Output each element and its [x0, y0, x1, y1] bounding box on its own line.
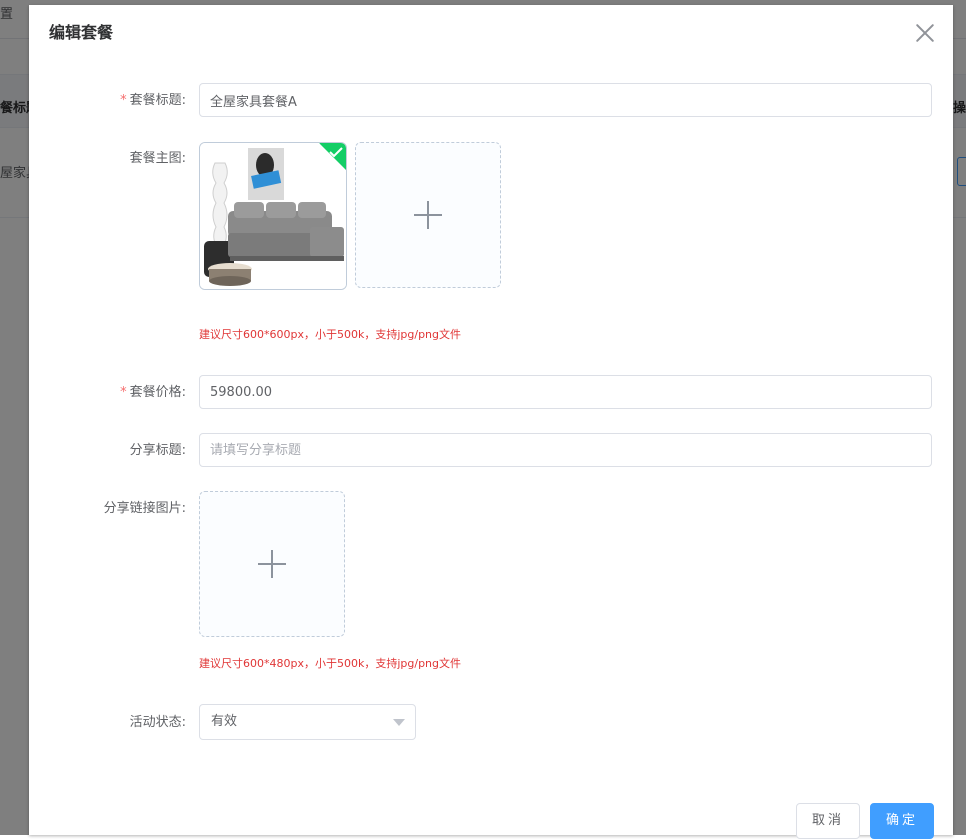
status-label: 活动状态: [129, 715, 186, 730]
package-title-input[interactable] [199, 83, 932, 117]
status-select[interactable]: 有效 [199, 704, 416, 740]
close-icon[interactable] [914, 22, 936, 44]
plus-icon [414, 201, 442, 229]
share-image-hint: 建议尺寸600*480px，小于500k，支持jpg/png文件 [199, 657, 462, 670]
share-title-label: 分享标题: [129, 443, 186, 458]
status-selected-value: 有效 [211, 714, 238, 729]
plus-icon [258, 550, 286, 578]
main-image-upload-button[interactable] [355, 142, 501, 288]
required-mark: * [120, 93, 127, 108]
share-title-input[interactable] [199, 433, 932, 467]
cancel-button[interactable]: 取消 [796, 803, 860, 839]
sofa-photo [200, 143, 346, 289]
share-image-upload-button[interactable] [199, 491, 345, 637]
price-label: * 套餐价格: [120, 385, 186, 400]
dialog-title: 编辑套餐 [49, 23, 114, 42]
main-image-label: 套餐主图: [129, 151, 186, 166]
package-price-input[interactable] [199, 375, 932, 409]
check-icon [329, 147, 343, 158]
main-image-hint: 建议尺寸600*600px，小于500k，支持jpg/png文件 [199, 328, 462, 341]
main-image-thumbnail[interactable] [199, 142, 347, 290]
confirm-button[interactable]: 确定 [870, 803, 934, 839]
edit-package-dialog: 编辑套餐 *套餐标题: 套餐主图: [29, 5, 953, 839]
required-mark: * [120, 385, 127, 400]
title-label: * 套餐标题: [120, 93, 186, 108]
chevron-down-icon [393, 719, 405, 726]
share-image-label: 分享链接图片: [103, 501, 186, 516]
